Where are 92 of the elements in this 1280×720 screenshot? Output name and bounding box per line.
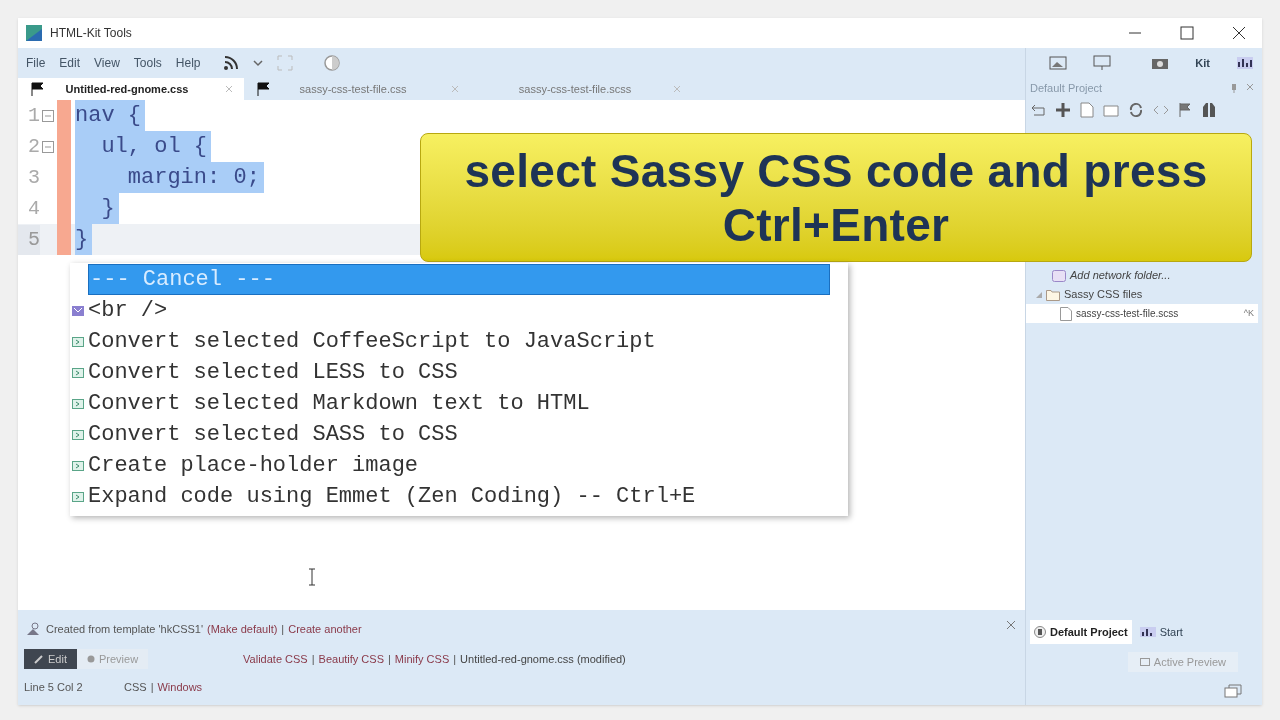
tree-item[interactable]: Sassy CSS files xyxy=(1026,285,1262,304)
expand-arrow-icon[interactable] xyxy=(1036,291,1042,298)
text-cursor-icon xyxy=(308,568,316,586)
code-selection: margin: 0; xyxy=(75,162,264,193)
code-selection: } xyxy=(75,224,93,255)
panel-title: Default Project xyxy=(1030,80,1103,96)
windows-icon[interactable] xyxy=(1224,684,1242,698)
notice-link[interactable]: Create another xyxy=(288,620,362,638)
editor-tab[interactable]: Untitled-red-gnome.css xyxy=(18,78,244,100)
file-icon xyxy=(1060,306,1072,321)
callout-text: Ctrl+Enter xyxy=(722,197,950,252)
back-icon[interactable] xyxy=(1030,103,1046,117)
pin-icon[interactable] xyxy=(1230,83,1238,93)
pencil-icon xyxy=(34,654,44,664)
menu-item[interactable]: View xyxy=(94,54,120,72)
file-icon[interactable] xyxy=(1080,102,1094,118)
maximize-icon[interactable] xyxy=(1180,26,1194,40)
change-marker xyxy=(57,100,71,131)
separator-text: | xyxy=(311,651,315,667)
file-status: Untitled-red-gnome.css (modified) xyxy=(460,651,626,667)
camera-icon[interactable] xyxy=(1151,56,1170,70)
notice-text: Created from template 'hkCSS1' xyxy=(46,621,204,637)
menu-option[interactable]: Create place-holder image xyxy=(70,450,848,481)
add-icon[interactable] xyxy=(1055,102,1071,118)
menu-option[interactable]: <br /> xyxy=(70,295,848,326)
command-icon xyxy=(72,367,84,378)
window-title: HTML-Kit Tools xyxy=(50,25,132,42)
action-link[interactable]: Validate CSS xyxy=(243,650,308,668)
refresh-icon[interactable] xyxy=(1128,102,1144,118)
action-link[interactable]: Minify CSS xyxy=(394,650,450,668)
editor-tab[interactable]: sassy-css-test-file.css xyxy=(244,78,470,100)
chevron-down-icon[interactable] xyxy=(252,59,263,67)
command-icon xyxy=(72,398,84,409)
line-number: 2 xyxy=(27,133,40,160)
command-icon xyxy=(72,429,84,440)
menu-item[interactable]: Help xyxy=(175,54,201,72)
close-icon[interactable] xyxy=(1232,26,1246,40)
network-folder-icon xyxy=(1052,269,1066,282)
action-link[interactable]: Beautify CSS xyxy=(318,650,384,668)
menu-item[interactable]: Edit xyxy=(59,54,81,72)
line-number: 1 xyxy=(27,102,40,129)
menu-option[interactable]: Convert selected CoffeeScript to JavaScript xyxy=(70,326,848,357)
command-icon xyxy=(72,336,84,347)
panel-tab[interactable]: Start xyxy=(1135,620,1187,644)
change-marker xyxy=(57,224,71,255)
cursor-position: Line 5 Col 2 xyxy=(24,679,84,695)
fold-icon[interactable] xyxy=(42,141,54,153)
monitor-icon[interactable] xyxy=(1093,55,1112,71)
line-number: 5 xyxy=(18,224,40,255)
command-icon xyxy=(72,460,84,471)
flag-icon xyxy=(30,82,44,96)
code-selection: } xyxy=(75,193,119,224)
contrast-icon[interactable] xyxy=(322,54,341,72)
panel-tab[interactable]: Default Project xyxy=(1030,620,1132,644)
menu-item[interactable]: File xyxy=(26,54,46,72)
menu-item[interactable]: Tools xyxy=(133,54,162,72)
code-icon[interactable] xyxy=(1153,103,1169,117)
binoculars-icon[interactable] xyxy=(1201,102,1217,118)
folder-icon xyxy=(1046,288,1060,301)
line-number: 3 xyxy=(27,164,40,191)
chart-icon[interactable] xyxy=(1236,56,1254,70)
mode-button[interactable]: Edit xyxy=(24,649,77,669)
notice-link[interactable]: (Make default) xyxy=(207,620,278,638)
code-selection: nav { xyxy=(75,100,145,131)
tree-item[interactable]: Add network folder... xyxy=(1026,266,1262,285)
kit-button[interactable]: Kit xyxy=(1195,54,1210,72)
project-icon xyxy=(1034,626,1046,638)
chart-icon xyxy=(1139,627,1156,637)
menu-option[interactable]: Convert selected LESS to CSS xyxy=(70,357,848,388)
flag-icon xyxy=(256,82,270,96)
fold-icon[interactable] xyxy=(42,110,54,122)
separator-text: | xyxy=(281,621,285,637)
app-logo-icon xyxy=(26,25,42,41)
menu-option[interactable]: Expand code using Emmet (Zen Coding) -- Ctrl+E xyxy=(70,481,848,512)
image-icon[interactable] xyxy=(1049,56,1068,70)
rss-icon[interactable] xyxy=(222,55,239,71)
menu-option[interactable]: Convert selected Markdown text to HTML xyxy=(70,388,848,419)
flag-icon[interactable] xyxy=(1178,102,1192,118)
line-endings-link[interactable]: Windows xyxy=(157,678,203,696)
tree-item[interactable]: sassy-css-test-file.scss ^K xyxy=(1026,304,1258,323)
window-icon xyxy=(1139,658,1150,666)
command-icon xyxy=(72,491,84,502)
callout-text: select Sassy CSS code and press xyxy=(464,143,1208,198)
line-number: 4 xyxy=(27,195,40,222)
code-selection: ul, ol { xyxy=(75,131,212,162)
separator-text: | xyxy=(388,651,391,667)
separator-text: | xyxy=(150,679,154,695)
separator-text: | xyxy=(453,651,457,667)
editor-tab[interactable]: sassy-css-test-file.scss xyxy=(470,78,692,100)
language-label[interactable]: CSS xyxy=(124,678,147,696)
menu-option[interactable]: Convert selected SASS to CSS xyxy=(70,419,848,450)
folder-icon[interactable] xyxy=(1103,103,1119,117)
